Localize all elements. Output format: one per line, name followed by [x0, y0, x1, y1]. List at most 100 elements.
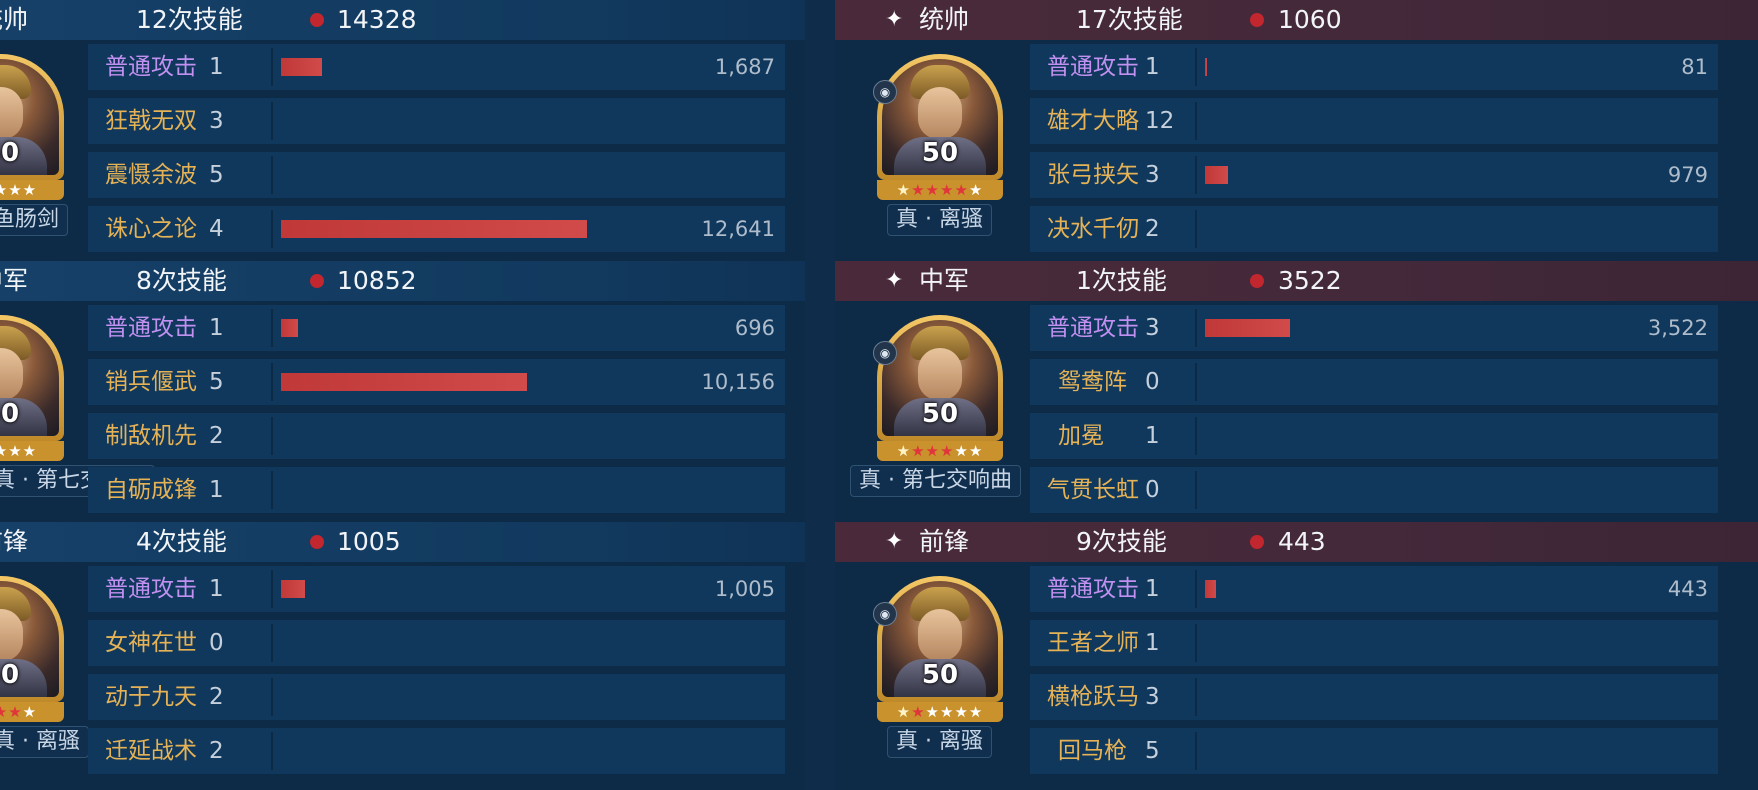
row-divider — [271, 471, 273, 509]
skill-row[interactable]: 自砺成锋 1 — [88, 467, 785, 513]
damage-total: 443 — [1278, 527, 1326, 556]
damage-dot-icon — [310, 13, 324, 27]
star-rating: ★★★★★ — [0, 441, 64, 461]
row-divider — [271, 678, 273, 716]
gear-tag[interactable]: 真 · 离骚 — [887, 204, 992, 236]
hero-avatar[interactable]: 50 ★★★★★ — [0, 315, 64, 475]
star-icon: ★ — [896, 703, 912, 721]
troop-type-icon: ◉ — [873, 80, 897, 104]
star-icon: ★ — [954, 181, 969, 199]
section-header: ✦ 中军 1次技能 3522 — [835, 261, 1758, 301]
skill-name: 普通攻击 — [1047, 54, 1139, 80]
skill-name: 加冕 — [1058, 423, 1104, 449]
star-icon: ★ — [954, 442, 969, 460]
skill-name: 制敌机先 — [105, 423, 197, 449]
damage-bar — [1205, 58, 1207, 76]
skill-row[interactable]: 张弓挟矢 3 979 — [1030, 152, 1718, 198]
skill-level: 2 — [1145, 216, 1160, 242]
troop-type-icon: ◉ — [873, 341, 897, 365]
row-divider — [1195, 210, 1197, 248]
skill-row[interactable]: 横枪跃马 3 — [1030, 674, 1718, 720]
damage-bar — [281, 373, 527, 391]
star-icon: ★ — [22, 703, 38, 721]
star-icon: ★ — [0, 181, 9, 199]
gear-tag[interactable]: 真 · 第七交响曲 — [850, 465, 1021, 497]
skill-row[interactable]: 普通攻击 1 81 — [1030, 44, 1718, 90]
star-icon: ★ — [22, 181, 38, 199]
skill-row[interactable]: 诛心之论 4 12,641 — [88, 206, 785, 252]
section-header: 前锋 4次技能 1005 — [0, 522, 805, 562]
hero-level: 50 — [0, 138, 20, 168]
role-title: 统帅 — [0, 5, 29, 34]
skill-row[interactable]: 普通攻击 3 3,522 — [1030, 305, 1718, 351]
star-rating: ★★★★★★ — [877, 180, 1003, 200]
skill-count: 1次技能 — [1076, 266, 1167, 295]
right-army-panel: ✦ 统帅 17次技能 1060 50 ★★★★★★ ◉ 真 · 离骚 普通攻击 1 81 雄才大略 12… — [835, 0, 1758, 790]
skill-name: 普通攻击 — [1047, 576, 1139, 602]
damage-value: 1,005 — [714, 577, 775, 601]
skill-row[interactable]: 制敌机先 2 — [88, 413, 785, 459]
skill-row[interactable]: 鸳鸯阵 0 — [1030, 359, 1718, 405]
star-icon: ★ — [911, 703, 926, 721]
hero-avatar[interactable]: 50 ★★★★★ — [0, 576, 64, 736]
skill-row[interactable]: 销兵偃武 5 10,156 — [88, 359, 785, 405]
skill-count: 17次技能 — [1076, 5, 1183, 34]
skill-name: 动于九天 — [105, 684, 197, 710]
row-divider — [1195, 417, 1197, 455]
damage-total: 10852 — [337, 266, 417, 295]
skill-row[interactable]: 普通攻击 1 1,005 — [88, 566, 785, 612]
skill-count: 8次技能 — [136, 266, 227, 295]
star-icon: ★ — [968, 703, 984, 721]
damage-bar — [1205, 580, 1216, 598]
skill-row[interactable]: 回马枪 5 — [1030, 728, 1718, 774]
skill-name: 诛心之论 — [105, 216, 197, 242]
skill-row[interactable]: 动于九天 2 — [88, 674, 785, 720]
skill-row[interactable]: 狂戟无双 3 — [88, 98, 785, 144]
face-shape — [918, 609, 962, 661]
skill-row[interactable]: 普通攻击 1 1,687 — [88, 44, 785, 90]
damage-value: 81 — [1681, 55, 1708, 79]
row-divider — [1195, 102, 1197, 140]
damage-bar — [281, 580, 305, 598]
damage-dot-icon — [310, 274, 324, 288]
gear-tag[interactable]: 真 · 离骚 — [887, 726, 992, 758]
gear-tag[interactable]: 真 · 离骚 — [0, 726, 89, 758]
damage-bar — [1205, 319, 1290, 337]
skill-name: 回马枪 — [1058, 738, 1127, 764]
star-icon: ★ — [940, 181, 955, 199]
skill-row[interactable]: 女神在世 0 — [88, 620, 785, 666]
skill-name: 普通攻击 — [105, 315, 197, 341]
skill-count: 4次技能 — [136, 527, 227, 556]
skill-row[interactable]: 普通攻击 1 443 — [1030, 566, 1718, 612]
star-rating: ★★★★★★ — [877, 441, 1003, 461]
hero-avatar[interactable]: 50 ★★★★★ — [0, 54, 64, 214]
gear-tag[interactable]: 鱼肠剑 — [0, 204, 69, 236]
skill-row[interactable]: 气贯长虹 0 — [1030, 467, 1718, 513]
skill-row[interactable]: 震慑余波 5 — [88, 152, 785, 198]
skill-level: 1 — [209, 315, 224, 341]
role-title: 统帅 — [919, 5, 970, 34]
skill-row[interactable]: 迁延战术 2 — [88, 728, 785, 774]
hero-avatar[interactable]: 50 ★★★★★★ ◉ — [873, 576, 1003, 736]
skill-name: 女神在世 — [105, 630, 197, 656]
skill-count: 12次技能 — [136, 5, 243, 34]
skill-name: 决水千仞 — [1047, 216, 1139, 242]
skill-name: 王者之师 — [1047, 630, 1139, 656]
row-divider — [1195, 570, 1197, 608]
hero-avatar[interactable]: 50 ★★★★★★ ◉ — [873, 315, 1003, 475]
skill-row[interactable]: 加冕 1 — [1030, 413, 1718, 459]
skill-row[interactable]: 王者之师 1 — [1030, 620, 1718, 666]
hero-avatar[interactable]: 50 ★★★★★★ ◉ — [873, 54, 1003, 214]
damage-total: 1005 — [337, 527, 401, 556]
damage-total: 3522 — [1278, 266, 1342, 295]
row-divider — [1195, 678, 1197, 716]
damage-value: 3,522 — [1647, 316, 1708, 340]
skill-row[interactable]: 雄才大略 12 — [1030, 98, 1718, 144]
skill-name: 气贯长虹 — [1047, 477, 1139, 503]
star-icon: ★ — [896, 181, 912, 199]
star-icon: ★ — [940, 703, 955, 721]
damage-value: 1,687 — [714, 55, 775, 79]
skill-row[interactable]: 决水千仞 2 — [1030, 206, 1718, 252]
skill-level: 0 — [1145, 369, 1160, 395]
skill-row[interactable]: 普通攻击 1 696 — [88, 305, 785, 351]
